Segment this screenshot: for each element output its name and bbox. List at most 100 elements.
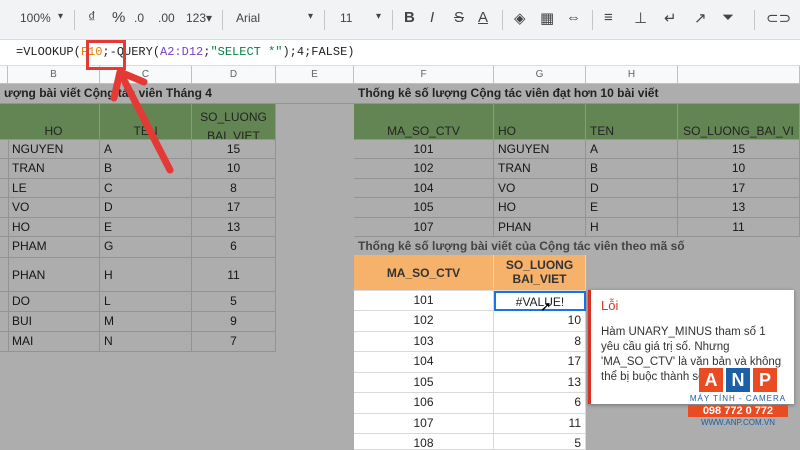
bottom-header-ma-so[interactable]: MA_SO_CTV (354, 255, 494, 291)
right-cell-count[interactable]: 17 (678, 179, 800, 198)
right-cell-ho[interactable]: VO (494, 179, 586, 198)
left-cell-ho[interactable]: NGUYEN (8, 140, 100, 159)
right-header-ten[interactable]: TEN (586, 104, 678, 140)
left-header-ho[interactable]: HO (8, 104, 100, 140)
column-header-e[interactable]: E (276, 66, 354, 84)
percent-format-button[interactable]: % (112, 9, 125, 26)
column-header-d[interactable]: D (192, 66, 276, 84)
right-cell-ten[interactable]: D (586, 179, 678, 198)
column-header-a[interactable] (0, 66, 8, 84)
borders-icon[interactable]: ▦ (540, 9, 554, 27)
text-color-button[interactable]: A (478, 9, 488, 26)
left-cell-count[interactable]: 8 (192, 179, 276, 198)
vertical-align-icon[interactable]: ⊥ (634, 9, 647, 27)
right-cell-ho[interactable]: TRAN (494, 159, 586, 179)
left-cell-ho[interactable]: HO (8, 218, 100, 237)
left-cell-ten[interactable]: H (100, 258, 192, 292)
bottom-cell-ma-so[interactable]: 106 (354, 393, 494, 414)
left-cell-count[interactable]: 17 (192, 198, 276, 218)
left-cell-ten[interactable]: N (100, 332, 192, 352)
column-header-g[interactable]: G (494, 66, 586, 84)
left-cell-count[interactable]: 6 (192, 237, 276, 258)
right-header-so-luong[interactable]: SO_LUONG_BAI_VI (678, 104, 800, 140)
horizontal-align-icon[interactable]: ≡ (604, 9, 613, 26)
font-size-dropdown-icon[interactable]: ▾ (376, 11, 381, 22)
left-cell-count[interactable]: 11 (192, 258, 276, 292)
bottom-cell-count[interactable]: 5 (494, 434, 586, 450)
bottom-cell-ma-so[interactable]: 108 (354, 434, 494, 450)
filter-icon[interactable]: ⏷ (722, 9, 734, 26)
right-cell-count[interactable]: 15 (678, 140, 800, 159)
formula-input[interactable]: =VLOOKUP(F10;-QUERY(A2:D12;"SELECT *");4… (16, 45, 354, 59)
right-cell-ma-so[interactable]: 102 (354, 159, 494, 179)
right-header-ma-so[interactable]: MA_SO_CTV (354, 104, 494, 140)
right-cell-count[interactable]: 10 (678, 159, 800, 179)
left-cell-ho[interactable]: PHAN (8, 258, 100, 292)
right-cell-ten[interactable]: E (586, 198, 678, 218)
bold-button[interactable]: B (404, 9, 415, 26)
italic-button[interactable]: I (430, 9, 434, 26)
left-cell-ho[interactable]: DO (8, 292, 100, 312)
font-dropdown-icon[interactable]: ▾ (308, 11, 313, 22)
right-cell-ten[interactable]: H (586, 218, 678, 237)
bottom-cell-count[interactable]: 6 (494, 393, 586, 414)
column-header-h[interactable]: H (586, 66, 678, 84)
left-cell-ho[interactable]: BUI (8, 312, 100, 332)
right-cell-ma-so[interactable]: 105 (354, 198, 494, 218)
column-header-i[interactable] (678, 66, 800, 84)
decrease-decimals-button[interactable]: .0 (134, 11, 144, 25)
left-cell-ten[interactable]: E (100, 218, 192, 237)
right-cell-ma-so[interactable]: 104 (354, 179, 494, 198)
strikethrough-button[interactable]: S (454, 9, 464, 26)
text-rotation-icon[interactable]: ↗ (694, 9, 707, 27)
right-cell-count[interactable]: 13 (678, 198, 800, 218)
right-cell-ma-so[interactable]: 107 (354, 218, 494, 237)
right-header-ho[interactable]: HO (494, 104, 586, 140)
left-cell-count[interactable]: 9 (192, 312, 276, 332)
left-cell-ho[interactable]: VO (8, 198, 100, 218)
right-cell-count[interactable]: 11 (678, 218, 800, 237)
insert-link-icon[interactable]: ⊂⊃ (766, 9, 791, 27)
left-cell-count[interactable]: 5 (192, 292, 276, 312)
zoom-dropdown-icon[interactable]: ▾ (58, 11, 63, 22)
bottom-cell-count[interactable]: 8 (494, 332, 586, 352)
left-cell-ho[interactable]: PHAM (8, 237, 100, 258)
left-header-so-luong[interactable]: SO_LUONG BAI_VIET (192, 104, 276, 140)
left-cell-count[interactable]: 13 (192, 218, 276, 237)
right-cell-ho[interactable]: NGUYEN (494, 140, 586, 159)
fill-color-icon[interactable]: ◈ (514, 9, 526, 27)
bottom-cell-ma-so[interactable]: 101 (354, 291, 494, 311)
bottom-cell-count[interactable]: 11 (494, 414, 586, 434)
right-cell-ten[interactable]: B (586, 159, 678, 179)
bottom-header-so-luong[interactable]: SO_LUONG BAI_VIET (494, 255, 586, 291)
bottom-cell-ma-so[interactable]: 107 (354, 414, 494, 434)
right-cell-ten[interactable]: A (586, 140, 678, 159)
bottom-cell-ma-so[interactable]: 104 (354, 352, 494, 373)
increase-decimals-button[interactable]: .00 (158, 11, 175, 25)
zoom-select[interactable]: 100% (20, 11, 51, 25)
left-cell-ten[interactable]: L (100, 292, 192, 312)
right-cell-ma-so[interactable]: 101 (354, 140, 494, 159)
left-cell-ten[interactable]: D (100, 198, 192, 218)
bottom-cell-ma-so[interactable]: 105 (354, 373, 494, 393)
right-cell-ho[interactable]: HO (494, 198, 586, 218)
currency-format-button[interactable]: ₫ (88, 9, 96, 26)
left-cell-ho[interactable]: LE (8, 179, 100, 198)
left-cell-count[interactable]: 7 (192, 332, 276, 352)
bottom-cell-ma-so[interactable]: 102 (354, 311, 494, 332)
left-cell-count[interactable]: 15 (192, 140, 276, 159)
left-cell-ho[interactable]: MAI (8, 332, 100, 352)
left-cell-ten[interactable]: G (100, 237, 192, 258)
text-wrap-icon[interactable]: ↵ (664, 9, 677, 27)
bottom-cell-count[interactable]: 17 (494, 352, 586, 373)
bottom-cell-count[interactable]: 13 (494, 373, 586, 393)
right-cell-ho[interactable]: PHAN (494, 218, 586, 237)
font-select[interactable]: Arial (236, 11, 260, 25)
left-cell-ten[interactable]: M (100, 312, 192, 332)
bottom-cell-ma-so[interactable]: 103 (354, 332, 494, 352)
number-format-select[interactable]: 123▾ (186, 11, 212, 25)
column-header-f[interactable]: F (354, 66, 494, 84)
merge-cells-icon[interactable]: ⇔ (566, 9, 581, 26)
left-cell-ten[interactable]: C (100, 179, 192, 198)
left-cell-count[interactable]: 10 (192, 159, 276, 179)
